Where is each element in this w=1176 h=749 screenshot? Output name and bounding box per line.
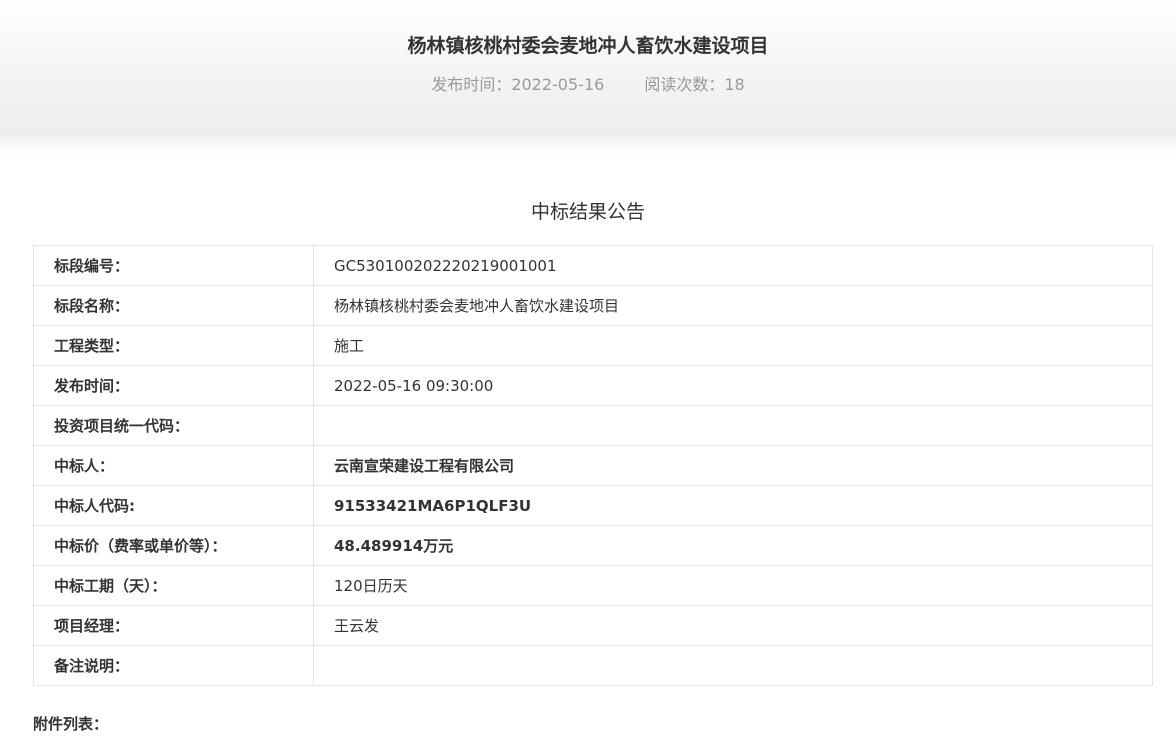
table-row: 中标人代码: 91533421MA6P1QLF3U [33,485,1153,526]
publish-time: 发布时间：2022-05-16 [431,75,605,94]
row-label: 中标人： [33,445,314,486]
page-title: 杨林镇核桃村委会麦地冲人畜饮水建设项目 [407,35,769,57]
attachment-list-label: 附件列表： [33,715,109,733]
table-row: 工程类型： 施工 [33,325,1153,366]
row-label: 标段名称： [33,285,314,326]
row-value: 云南宣荣建设工程有限公司 [313,445,1153,486]
row-label: 中标工期（天）： [33,565,314,606]
row-value: GC530100202220219001001 [313,245,1153,286]
table-row: 备注说明： [33,645,1153,686]
row-value: 杨林镇核桃村委会麦地冲人畜饮水建设项目 [313,285,1153,326]
table-row: 标段名称： 杨林镇核桃村委会麦地冲人畜饮水建设项目 [33,285,1153,326]
table-row: 中标工期（天）： 120日历天 [33,565,1153,606]
table-row: 中标人： 云南宣荣建设工程有限公司 [33,445,1153,486]
article-meta: 发布时间：2022-05-16 阅读次数：18 [0,74,1176,96]
page-header [0,0,1176,136]
row-value: 2022-05-16 09:30:00 [313,365,1153,406]
result-table: 标段编号： GC530100202220219001001 标段名称： 杨林镇核… [33,245,1153,686]
table-row: 项目经理： 王云发 [33,605,1153,646]
table-row: 中标价（费率或单价等）： 48.489914万元 [33,525,1153,566]
row-label: 备注说明： [33,645,314,686]
row-label: 发布时间： [33,365,314,406]
row-value: 120日历天 [313,565,1153,606]
row-label: 中标人代码: [33,485,314,526]
row-label: 标段编号： [33,245,314,286]
table-row: 投资项目统一代码： [33,405,1153,446]
notice-title: 中标结果公告 [530,201,645,223]
row-label: 工程类型： [33,325,314,366]
header-shadow [0,136,1176,156]
row-value: 王云发 [313,605,1153,646]
table-row: 发布时间： 2022-05-16 09:30:00 [33,365,1153,406]
row-value [313,645,1153,686]
row-label: 投资项目统一代码： [33,405,314,446]
row-label: 项目经理： [33,605,314,646]
row-value: 施工 [313,325,1153,366]
read-count: 阅读次数：18 [644,75,745,94]
table-row: 标段编号： GC530100202220219001001 [33,245,1153,286]
row-label: 中标价（费率或单价等）： [33,525,314,566]
row-value: 48.489914万元 [313,525,1153,566]
row-value [313,405,1153,446]
row-value: 91533421MA6P1QLF3U [313,485,1153,526]
